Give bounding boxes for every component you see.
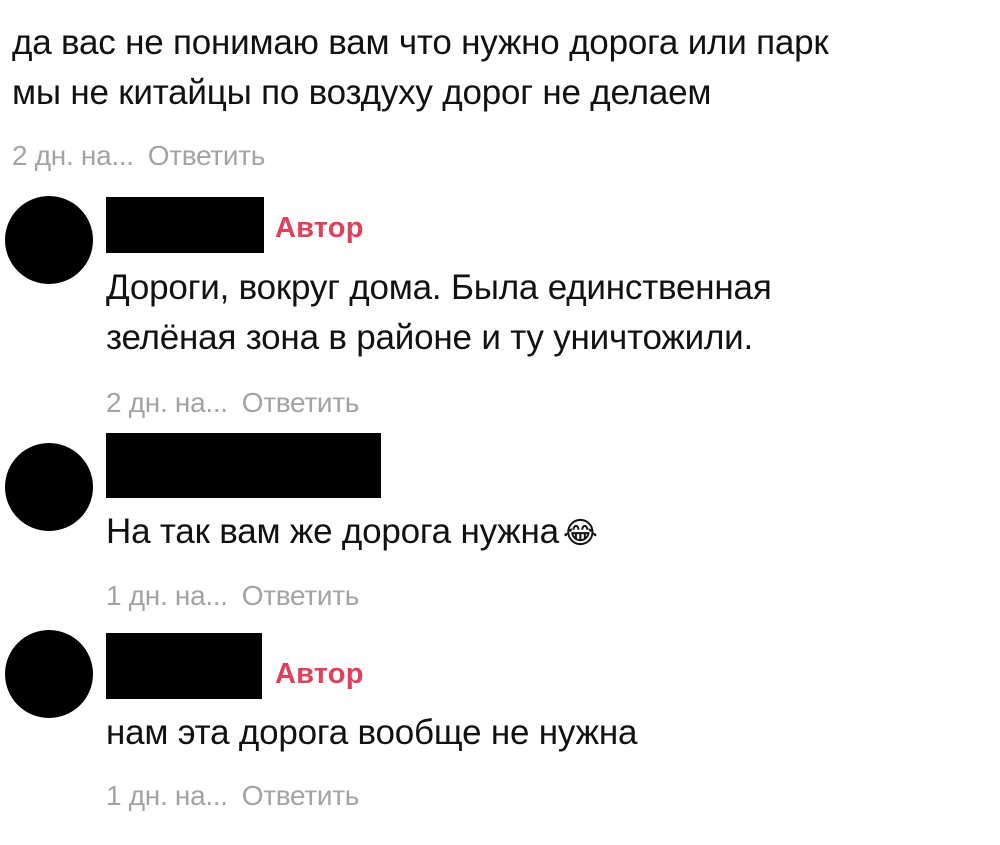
comment-text-line-1: да вас не понимаю вам что нужно дорога и…	[12, 23, 829, 62]
reply-meta: 2 дн. на... Ответить	[106, 387, 359, 419]
reply-text: На так вам же дорога нужна 😂	[106, 507, 986, 559]
redacted-username[interactable]	[106, 197, 264, 253]
reply-button[interactable]: Ответить	[242, 780, 360, 811]
reply-text-line-1: На так вам же дорога нужна 😂	[106, 507, 986, 559]
reply-text-content: На так вам же дорога нужна	[106, 512, 559, 551]
reply-text-line-2: зелёная зона в районе и ту уничтожили.	[106, 318, 754, 357]
reply-meta: 1 дн. на... Ответить	[106, 780, 359, 812]
comment-timestamp: 2 дн. на...	[106, 387, 228, 418]
comment-timestamp: 1 дн. на...	[106, 580, 228, 611]
comment-meta: 2 дн. на... Ответить	[12, 140, 265, 172]
author-badge: Автор	[275, 212, 364, 244]
reply-button[interactable]: Ответить	[242, 387, 360, 418]
laughing-tears-emoji-icon: 😂	[562, 516, 598, 550]
reply-button[interactable]: Ответить	[242, 580, 360, 611]
reply-meta: 1 дн. на... Ответить	[106, 580, 359, 612]
reply-button[interactable]: Ответить	[148, 140, 266, 171]
redacted-username[interactable]	[106, 433, 381, 498]
avatar[interactable]	[5, 630, 93, 718]
reply-text: Дороги, вокруг дома. Была единственная з…	[106, 263, 986, 363]
reply-text-line-1: Дороги, вокруг дома. Была единственная	[106, 268, 772, 307]
avatar[interactable]	[5, 443, 93, 531]
avatar[interactable]	[5, 196, 93, 284]
author-badge: Автор	[275, 658, 364, 690]
reply-text-line-1: нам эта дорога вообще не нужна	[106, 713, 638, 752]
redacted-username[interactable]	[106, 633, 262, 699]
reply-text: нам эта дорога вообще не нужна	[106, 708, 986, 758]
comment-timestamp: 1 дн. на...	[106, 780, 228, 811]
comment-timestamp: 2 дн. на...	[12, 140, 134, 171]
comment-top: да вас не понимаю вам что нужно дорога и…	[12, 18, 997, 118]
comment-text-line-2: мы не китайцы по воздуху дорог не делаем	[12, 73, 712, 112]
